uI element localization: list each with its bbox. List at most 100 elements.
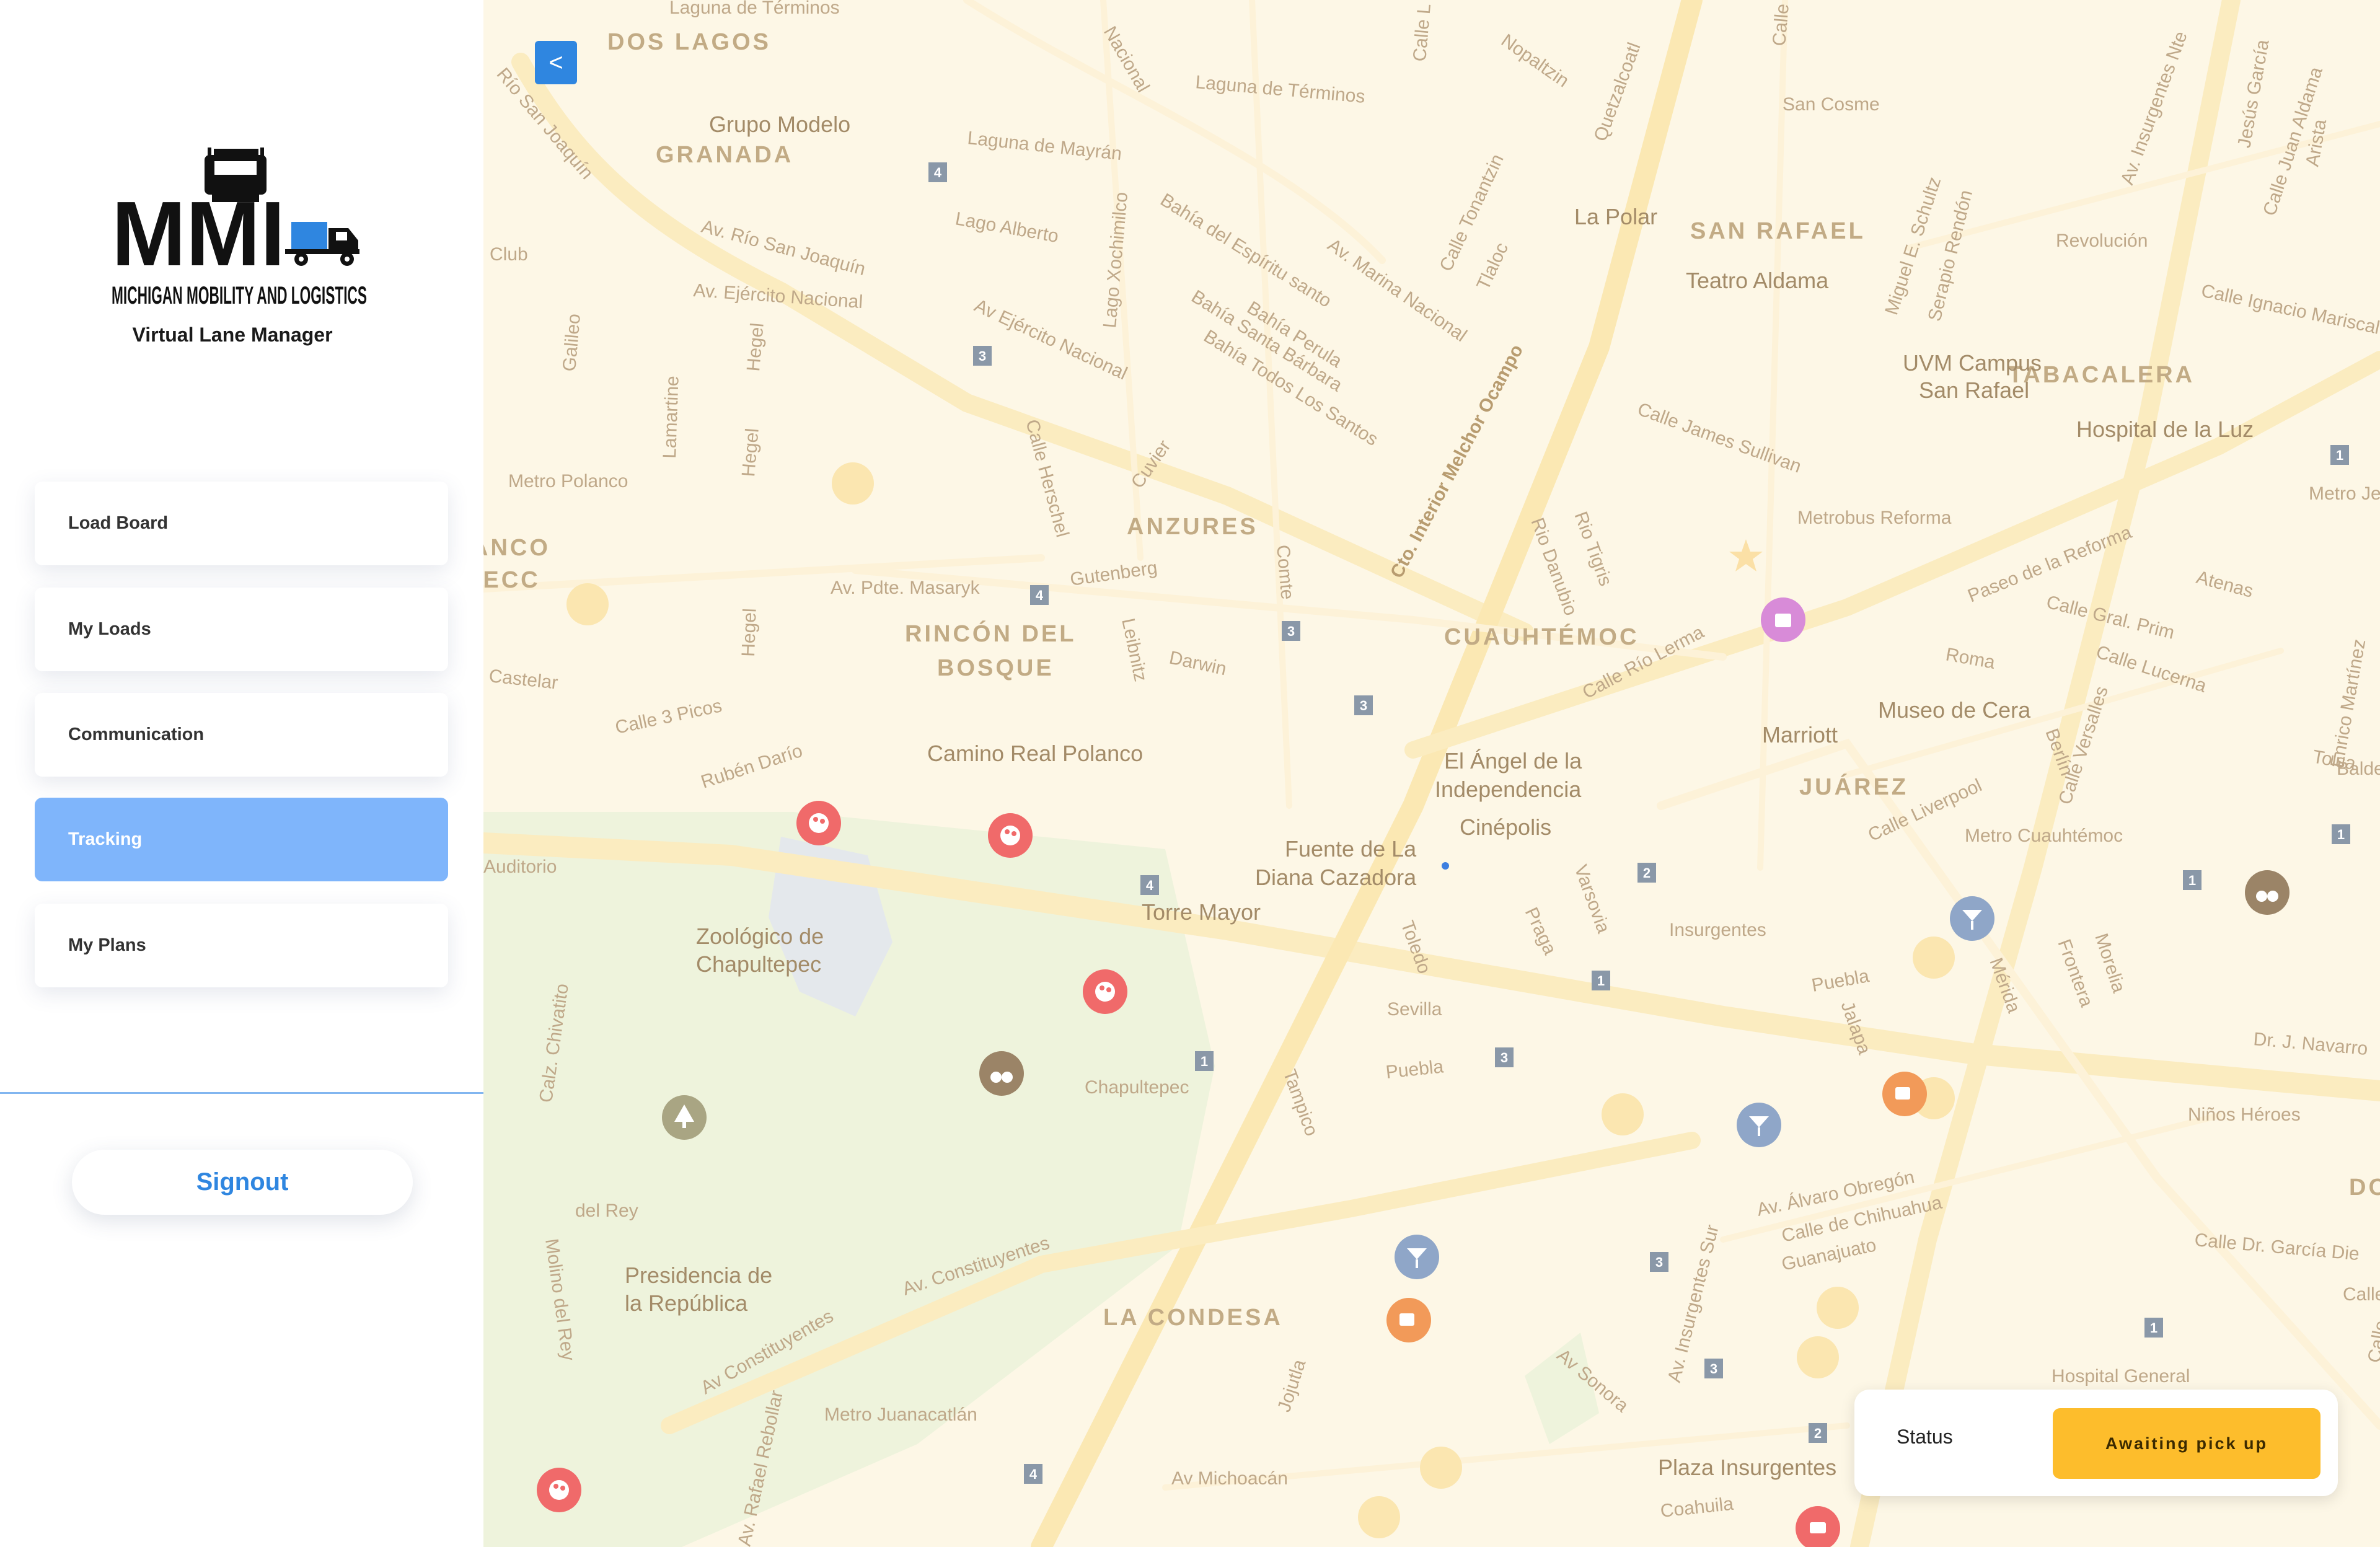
status-label: Status <box>1897 1426 1953 1448</box>
nav-item-my-loads[interactable]: My Loads <box>35 588 448 671</box>
svg-text:3: 3 <box>979 348 986 364</box>
place-label: la República <box>625 1290 748 1316</box>
district-label: CUAUHTÉMOC <box>1444 623 1639 650</box>
nav-item-tracking[interactable]: Tracking <box>35 798 448 881</box>
street-label: Calle <box>2343 1284 2380 1305</box>
bar-icon[interactable] <box>1950 896 1994 941</box>
svg-text:4: 4 <box>934 165 942 180</box>
place-label: Chapultepec <box>696 951 821 977</box>
street-label: Hegel <box>738 428 763 478</box>
status-card: Status Awaiting pick up <box>1854 1390 2338 1496</box>
bar-icon[interactable] <box>1737 1103 1781 1147</box>
art-gallery-icon[interactable] <box>988 813 1033 858</box>
metro-label: Sevilla <box>1387 999 1442 1020</box>
place-label: Fuente de La <box>1285 836 1417 862</box>
district-label: ANCO <box>483 535 550 561</box>
metro-label: Metrobus Reforma <box>1797 508 1952 528</box>
street-label: Hegel <box>738 608 760 657</box>
route-shield: 3 <box>1495 1047 1514 1067</box>
route-shield: 1 <box>2183 870 2202 890</box>
art-gallery-icon[interactable] <box>1083 969 1127 1014</box>
place-label: Hospital General <box>2052 1366 2190 1386</box>
svg-text:1: 1 <box>1201 1054 1208 1069</box>
route-shield: 4 <box>1024 1464 1042 1484</box>
place-label: Presidencia de <box>625 1263 772 1288</box>
street-label: Laguna de Términos <box>669 0 840 18</box>
svg-text:4: 4 <box>1036 588 1044 603</box>
place-label: Marriott <box>1762 722 1838 747</box>
place-label: Torre Mayor <box>1142 899 1261 925</box>
place-label: Zoológico de <box>696 923 824 949</box>
district-label: GRANADA <box>656 142 793 168</box>
street-label: Auditorio <box>483 857 557 877</box>
faded-poi <box>1602 1093 1644 1135</box>
street-label: del Rey <box>575 1201 638 1221</box>
place-label: El Ángel de la <box>1444 748 1582 774</box>
place-label: San Rafael <box>1919 377 2029 403</box>
place-label: La Polar <box>1574 204 1657 229</box>
district-label: JUÁREZ <box>1799 773 1908 800</box>
logo-subtitle: MICHIGAN MOBILITY AND LOGISTICS <box>112 282 367 309</box>
route-shield: 1 <box>2332 824 2350 844</box>
nav-item-load-board[interactable]: Load Board <box>35 482 448 565</box>
bar-icon[interactable] <box>1395 1235 1439 1279</box>
district-label: ANZURES <box>1127 514 1258 540</box>
route-shield: 1 <box>2330 445 2349 465</box>
cafe-icon[interactable] <box>1386 1298 1431 1342</box>
tree-icon[interactable] <box>662 1095 707 1140</box>
svg-text:3: 3 <box>1287 624 1295 639</box>
district-label: DOS LAGOS <box>607 29 771 55</box>
cafe-icon[interactable] <box>1882 1072 1927 1116</box>
route-shield: 1 <box>2144 1318 2163 1338</box>
metro-label: Metro Polanco <box>508 471 628 491</box>
svg-text:3: 3 <box>1501 1050 1508 1065</box>
street-label: Av Michoacán <box>1171 1468 1288 1489</box>
sidebar: MMI MICHIGAN MOBILITY AND LOGISTICS Virt… <box>0 0 483 1547</box>
route-shield: 3 <box>1704 1359 1723 1378</box>
route-shield: 1 <box>1592 971 1610 990</box>
faded-poi <box>1913 937 1955 979</box>
route-shield: 4 <box>1030 585 1049 605</box>
place-label: Camino Real Polanco <box>927 741 1143 766</box>
faded-poi <box>566 583 609 625</box>
place-label: Independencia <box>1435 777 1582 802</box>
district-label: SAN RAFAEL <box>1690 218 1866 244</box>
binoculars-icon[interactable] <box>979 1051 1024 1096</box>
street-label: Balderas <box>2337 759 2380 779</box>
route-shield: 2 <box>1809 1423 1827 1443</box>
svg-text:4: 4 <box>1029 1466 1038 1482</box>
art-gallery-icon[interactable] <box>537 1468 581 1512</box>
faded-poi <box>1817 1287 1859 1329</box>
nav-item-label: My Plans <box>68 935 146 955</box>
nav-item-label: Tracking <box>68 829 143 849</box>
nav-item-communication[interactable]: Communication <box>35 693 448 777</box>
art-gallery-icon[interactable] <box>796 801 841 845</box>
street-label: Hegel <box>743 322 768 372</box>
faded-poi <box>832 462 874 505</box>
place-label: Grupo Modelo <box>709 112 850 137</box>
route-shield: 4 <box>1140 875 1159 895</box>
shopping-icon[interactable] <box>1761 597 1805 642</box>
nav-item-my-plans[interactable]: My Plans <box>35 904 448 987</box>
street-label: Av. Pdte. Masaryk <box>831 578 981 598</box>
signout-button[interactable]: Signout <box>72 1150 413 1215</box>
district-label: BOSQUE <box>937 655 1054 681</box>
svg-text:3: 3 <box>1655 1254 1663 1270</box>
place-label: Teatro Aldama <box>1686 268 1829 293</box>
district-label: LA CONDESA <box>1103 1305 1283 1331</box>
binoculars-icon[interactable] <box>2245 870 2290 915</box>
district-label: SECC <box>483 567 540 593</box>
nav-item-label: Load Board <box>68 513 169 533</box>
svg-text:1: 1 <box>2150 1320 2157 1336</box>
route-shield: 1 <box>1195 1051 1214 1071</box>
street-label: Calle <box>1769 3 1793 47</box>
collapse-sidebar-button[interactable]: < <box>535 41 577 84</box>
map-canvas[interactable]: DOS LAGOS GRANADA SAN RAFAEL TABACALERA … <box>483 0 2380 1547</box>
faded-poi <box>1358 1496 1400 1538</box>
place-label: UVM Campus <box>1903 350 2042 376</box>
place-label: Museo de Cera <box>1878 697 2031 723</box>
nav-item-label: Communication <box>68 725 205 744</box>
metro-label: Metro Juanacatlán <box>824 1404 977 1425</box>
svg-text:4: 4 <box>1146 878 1154 893</box>
tracking-map[interactable]: DOS LAGOS GRANADA SAN RAFAEL TABACALERA … <box>483 0 2380 1547</box>
